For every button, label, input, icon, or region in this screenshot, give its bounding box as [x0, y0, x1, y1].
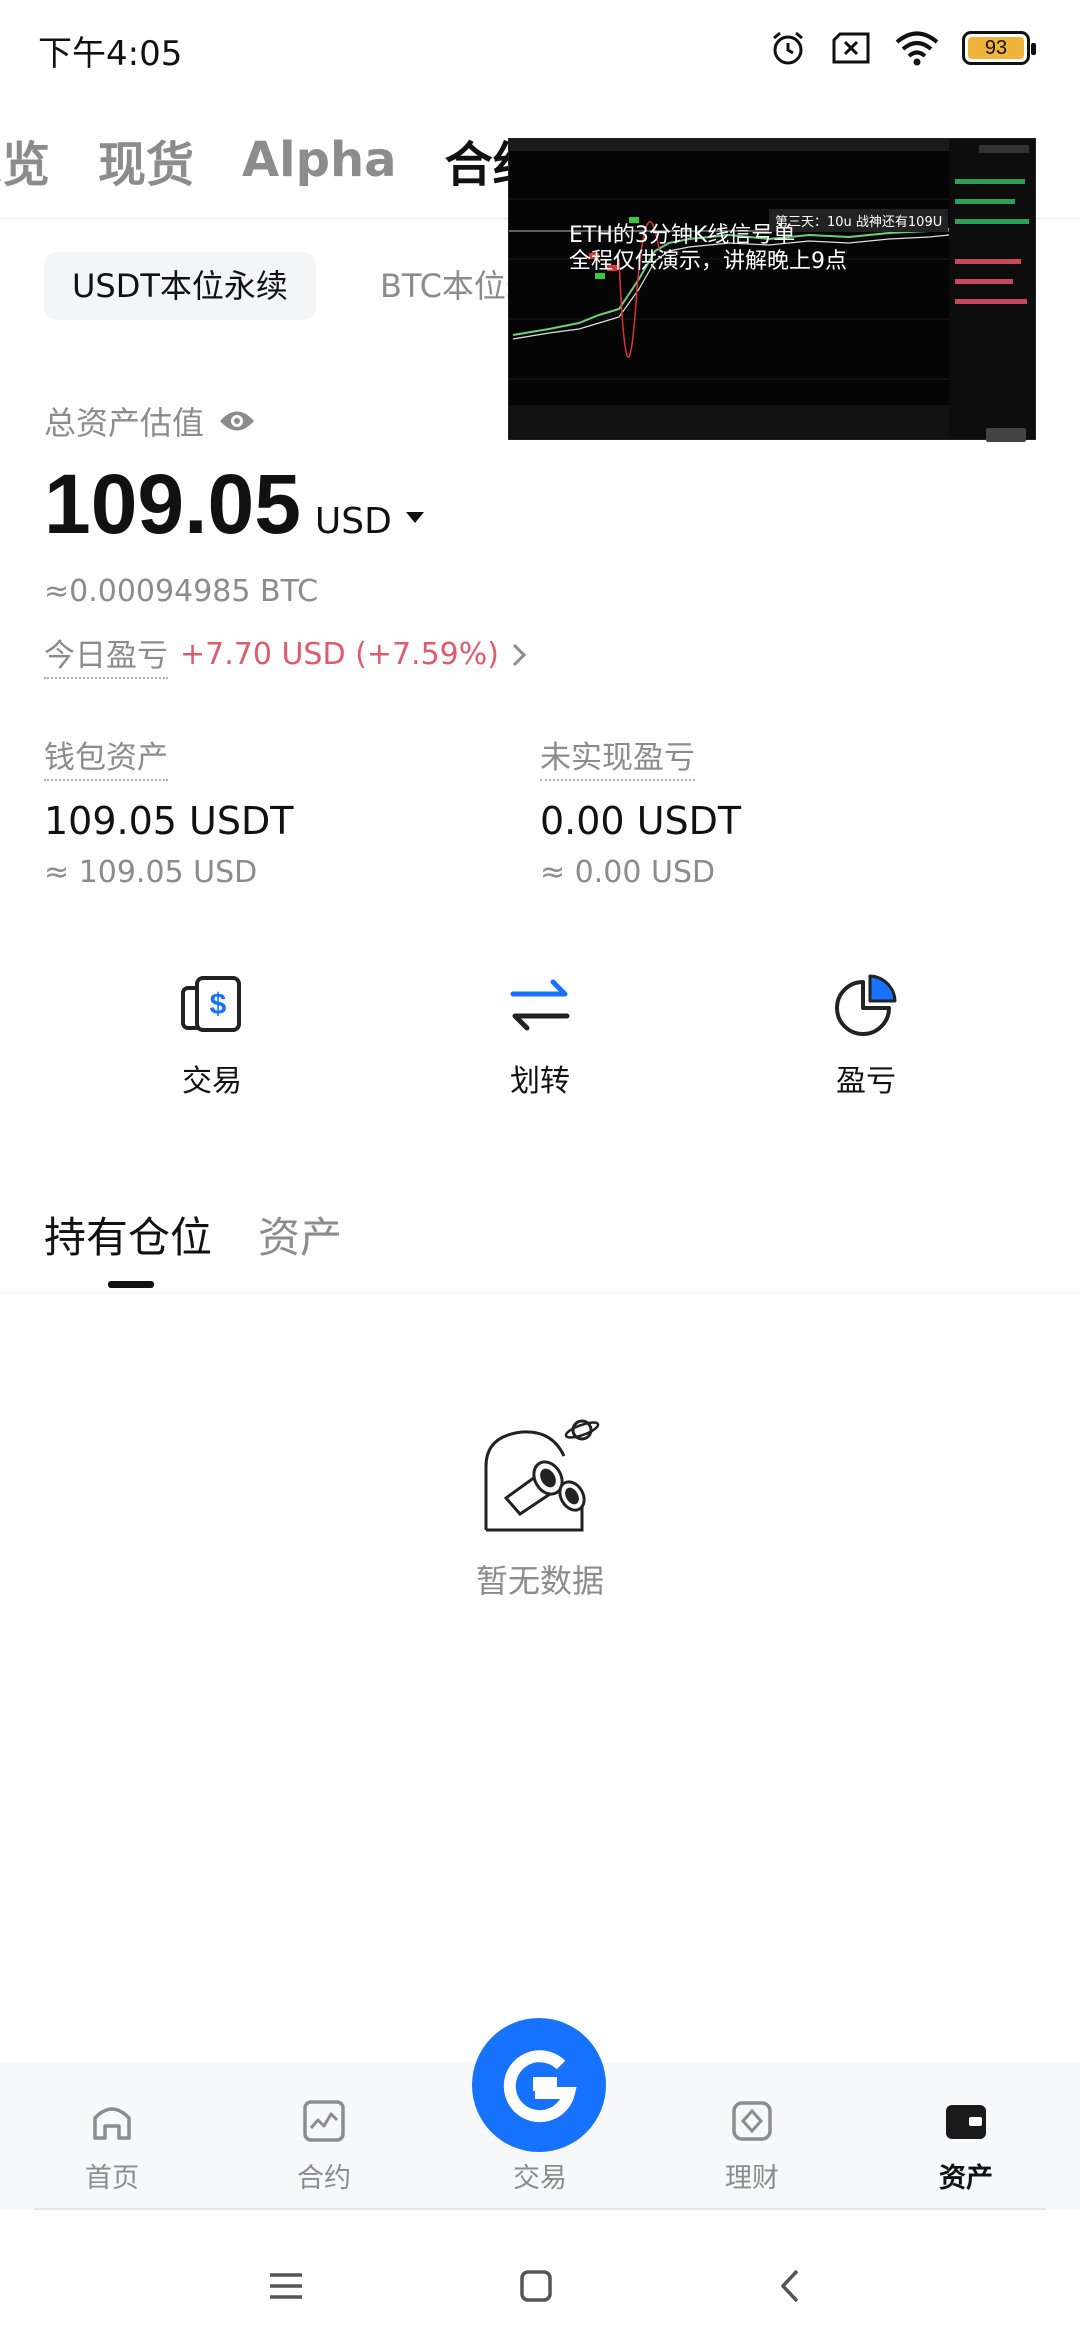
wifi-icon — [895, 31, 939, 66]
alarm-icon — [773, 31, 803, 65]
empty-state: 暂无数据 — [440, 1414, 640, 1602]
home-button[interactable] — [506, 2256, 566, 2316]
video-caption-line2: 全程仅供演示，讲解晚上9点 — [569, 249, 847, 274]
status-time: 下午4:05 — [38, 34, 183, 74]
nav-trade-label: 交易 — [513, 2163, 567, 2194]
pnl-action-button[interactable]: 盈亏 — [766, 972, 966, 1100]
status-bar: 下午4:05 93 — [0, 0, 1080, 96]
nav-futures[interactable]: 合约 — [264, 2098, 384, 2195]
system-navigation-bar — [0, 2230, 1080, 2340]
binoculars-planet-icon — [484, 1419, 600, 1532]
nav-earn-label: 理财 — [725, 2163, 779, 2194]
total-asset-value: 109.05 — [44, 457, 301, 551]
menu-icon — [270, 2273, 302, 2299]
video-caption: ETH的3分钟K线信号单 全程仅供演示，讲解晚上9点 — [569, 223, 847, 275]
nav-futures-label: 合约 — [297, 2163, 351, 2194]
transfer-action-label: 划转 — [510, 1064, 570, 1099]
video-caption-line1: ETH的3分钟K线信号单 — [569, 223, 796, 248]
unrealized-pnl-usd: ≈ 0.00 USD — [540, 855, 716, 890]
today-pnl-label: 今日盈亏 — [44, 630, 168, 679]
holdings-divider — [0, 1292, 1080, 1293]
nav-assets-label: 资产 — [939, 2163, 993, 2194]
floating-video-overlay[interactable]: 第三天：10u 战神还有109U ETH的3分钟K线信号单 全程仅供演示，讲解晚… — [508, 138, 1036, 440]
overlay-handle[interactable] — [986, 428, 1026, 442]
nav-home[interactable]: 首页 — [52, 2098, 172, 2195]
chevron-right-icon — [512, 643, 527, 666]
wallet-icon — [946, 2105, 986, 2139]
today-pnl-value: +7.70 USD (+7.59%) — [180, 637, 499, 672]
dollar-card-icon: $ — [181, 976, 241, 1032]
tab-spot[interactable]: 现货 — [98, 125, 194, 195]
square-home-icon — [520, 2270, 552, 2302]
wallet-asset-block: 钱包资产 109.05 USDT ≈ 109.05 USD — [44, 732, 293, 890]
back-button[interactable] — [760, 2256, 820, 2316]
status-icons: 93 — [768, 24, 1036, 72]
active-tab-indicator — [108, 1281, 154, 1288]
svg-text:$: $ — [210, 988, 227, 1021]
pnl-action-label: 盈亏 — [836, 1064, 896, 1099]
battery-level: 93 — [968, 37, 1024, 59]
today-pnl-row[interactable]: 今日盈亏 +7.70 USD (+7.59%) — [44, 630, 527, 679]
empty-state-text: 暂无数据 — [475, 1562, 604, 1600]
total-asset-label-row: 总资产估值 — [44, 398, 256, 444]
trade-action-button[interactable]: $ 交易 — [112, 972, 312, 1100]
tab-usdt-perpetual[interactable]: USDT本位永续 — [44, 252, 316, 320]
trade-logo-icon — [503, 2050, 577, 2123]
home-icon — [93, 2107, 131, 2140]
unrealized-pnl-label[interactable]: 未实现盈亏 — [540, 732, 695, 781]
btc-equivalent: ≈0.00094985 BTC — [44, 574, 319, 609]
transfer-action-button[interactable]: 划转 — [440, 972, 640, 1100]
unrealized-pnl-block: 未实现盈亏 0.00 USDT ≈ 0.00 USD — [540, 732, 741, 890]
battery-icon: 93 — [962, 31, 1036, 65]
menu-button[interactable] — [256, 2256, 316, 2316]
kline-chart-thumbnail — [509, 139, 1035, 439]
trade-action-label: 交易 — [182, 1064, 242, 1099]
tab-positions[interactable]: 持有仓位 — [44, 1204, 212, 1265]
chart-line-icon — [303, 2100, 345, 2142]
pie-chart-icon — [835, 974, 897, 1036]
unrealized-pnl-value: 0.00 USDT — [540, 799, 742, 843]
transfer-arrows-icon — [510, 979, 570, 1031]
diamond-bag-icon — [732, 2101, 772, 2141]
nav-assets[interactable]: 资产 — [906, 2098, 1026, 2195]
wallet-asset-label[interactable]: 钱包资产 — [44, 732, 168, 781]
tab-assets[interactable]: 资产 — [258, 1204, 342, 1265]
tab-alpha[interactable]: Alpha — [242, 132, 397, 188]
sim-error-icon — [832, 32, 870, 64]
currency-selector[interactable]: USD — [315, 501, 392, 542]
eye-icon[interactable] — [218, 408, 256, 434]
wallet-asset-usd: ≈ 109.05 USD — [44, 855, 258, 890]
trade-fab-button[interactable] — [472, 2018, 606, 2152]
nav-earn[interactable]: 理财 — [692, 2098, 812, 2195]
wallet-asset-value: 109.05 USDT — [44, 799, 294, 843]
back-arrow-icon — [781, 2269, 799, 2303]
action-buttons: $ 交易 划转 盈亏 — [0, 972, 1080, 1132]
caret-down-icon[interactable] — [405, 512, 424, 523]
tab-overview[interactable]: 总览 — [0, 125, 50, 195]
bottom-nav-divider — [34, 2208, 1046, 2210]
holdings-tabs: 持有仓位 资产 — [44, 1204, 342, 1265]
nav-home-label: 首页 — [85, 2163, 139, 2194]
total-asset-label: 总资产估值 — [44, 404, 205, 442]
total-asset-value-row: 109.05 USD — [44, 456, 424, 553]
